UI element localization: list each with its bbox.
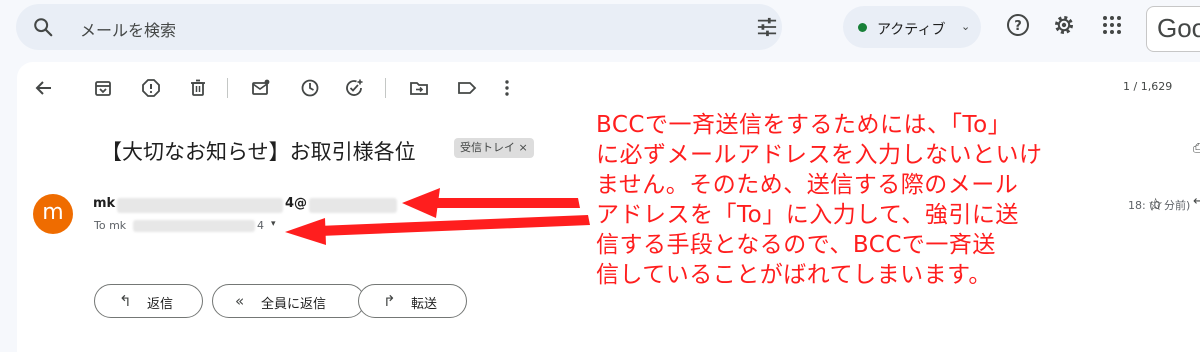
label-icon[interactable] [457,78,477,98]
status-dot [858,23,867,32]
mark-unread-icon[interactable] [251,78,271,98]
message-counter: 1 / 1,629 [1123,80,1173,93]
tune-icon[interactable] [756,17,778,37]
forward-button[interactable]: ↱ 転送 [358,284,467,318]
forward-label: 転送 [411,297,438,312]
status-selector[interactable]: アクティブ ⌄ [843,6,981,48]
move-to-icon[interactable] [409,78,429,98]
chip-label: 受信トレイ [460,141,515,154]
svg-text:?: ? [1014,19,1022,34]
sender-name: mk [93,196,116,211]
add-task-icon[interactable] [344,78,364,98]
delete-icon[interactable] [188,78,208,98]
gear-icon[interactable] [1051,12,1077,38]
reply-edge-icon[interactable]: ↩ [1193,194,1200,209]
help-icon[interactable]: ? [1005,12,1031,38]
redacted-sender [117,198,283,213]
email-subject: 【大切なお知らせ】お取引様各位 [101,140,416,164]
forward-icon: ↱ [383,292,396,310]
inbox-label-chip[interactable]: 受信トレイ × [454,138,534,158]
reply-all-icon: « [235,292,245,310]
reply-icon: ↰ [119,292,132,310]
search-bar[interactable]: メールを検索 [16,4,782,50]
reply-label: 返信 [147,297,174,312]
star-icon[interactable]: ☆ [1148,195,1163,215]
back-arrow-icon[interactable] [34,78,54,98]
print-edge-icon[interactable]: ⎙ [1193,141,1200,156]
reply-all-label: 全員に返信 [261,297,327,312]
reply-button[interactable]: ↰ 返信 [94,284,203,318]
account-brand-box[interactable]: Goo [1146,6,1200,52]
toolbar-divider [227,78,228,98]
chevron-down-icon: ⌄ [961,20,971,33]
toolbar-divider [385,78,386,98]
more-vert-icon[interactable] [497,78,517,98]
apps-grid-icon[interactable] [1099,12,1125,38]
reply-all-button[interactable]: « 全員に返信 [212,284,365,318]
brand-logo-text: Goo [1157,13,1200,43]
recipient-label[interactable]: To mk [94,219,126,232]
top-bar: メールを検索 アクティブ ⌄ ? Goo [0,0,1200,56]
snooze-icon[interactable] [300,78,320,98]
avatar[interactable]: m [33,194,73,234]
sender-address: 4@ [285,196,308,211]
recipient-details-toggle[interactable]: ▾ [271,219,276,229]
report-spam-icon[interactable] [141,78,161,98]
redacted-domain [309,198,397,213]
search-input[interactable]: メールを検索 [80,17,176,41]
archive-icon[interactable] [93,78,113,98]
close-icon[interactable]: × [519,141,528,154]
recipient-suffix: 4 [257,219,264,232]
search-icon[interactable] [32,16,54,38]
annotation-text: BCCで一斉送信をするためには、「To」 に必ずメールアドレスを入力しないといけ… [596,112,1043,288]
redacted-recipient [133,220,255,232]
status-label: アクティブ [877,22,946,38]
